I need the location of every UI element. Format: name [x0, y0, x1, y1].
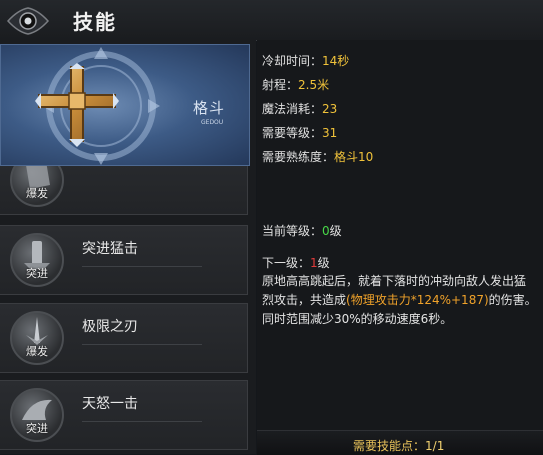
description-line-2: 烈攻击，共造成(物理攻击力*124%+187)的伤害。 — [262, 291, 543, 310]
skill-point-footer: 需要技能点：1/1 — [257, 430, 543, 455]
next-level-label: 下一级： — [262, 256, 311, 270]
description-line-2-post: 的伤害。 — [488, 293, 537, 307]
page-title: 技能 — [73, 10, 117, 34]
skill-detail-panel: 冷却时间：14秒 射程：2.5米 魔法消耗：23 需要等级：31 需要熟练度：格… — [257, 40, 543, 454]
skill-item-3[interactable]: 爆发 极限之刃 — [0, 303, 248, 373]
mana-label: 魔法消耗： — [262, 102, 323, 116]
next-level-unit: 级 — [317, 256, 330, 270]
skill-name: 极限之刃 — [82, 319, 138, 335]
skill-point-value: 1/1 — [425, 439, 445, 453]
blade-skill-icon: 爆发 — [10, 311, 64, 365]
charge-skill-icon: 突进 — [10, 233, 64, 287]
skill-name: 天怒一击 — [82, 396, 138, 412]
header-bar: 技能 — [0, 0, 543, 41]
strike-skill-icon: 突进 — [10, 388, 64, 442]
next-level-row: 下一级：1级 — [262, 254, 330, 271]
cross-skill-icon — [35, 63, 119, 147]
level-req-value: 31 — [322, 126, 338, 140]
skill-point-label: 需要技能点： — [353, 439, 426, 453]
divider — [82, 421, 202, 422]
skill-item-4[interactable]: 突进 天怒一击 — [0, 380, 248, 450]
skill-description: 原地高高跳起后，就着下落时的冲劲向敌人发出猛 烈攻击，共造成(物理攻击力*124… — [262, 272, 543, 329]
emblem-icon — [6, 4, 50, 38]
divider — [82, 266, 202, 267]
damage-formula: (物理攻击力*124%+187) — [346, 293, 489, 307]
current-level-unit: 级 — [329, 224, 342, 238]
skill-tag: 爆发 — [26, 187, 48, 200]
mana-value: 23 — [322, 102, 338, 116]
mastery-req-label: 需要熟练度： — [262, 150, 335, 164]
selected-skill-name: 格斗 — [193, 99, 226, 117]
mastery-req-row: 需要熟练度：格斗10 — [262, 148, 373, 165]
current-level-label: 当前等级： — [262, 224, 323, 238]
next-level-value: 1 — [310, 256, 318, 270]
level-req-label: 需要等级： — [262, 126, 323, 140]
divider — [82, 344, 202, 345]
skill-tag: 突进 — [26, 267, 48, 280]
description-line-1: 原地高高跳起后，就着下落时的冲劲向敌人发出猛 — [262, 274, 527, 288]
skill-name: 突进猛击 — [82, 241, 138, 257]
current-level-row: 当前等级：0级 — [262, 222, 342, 239]
level-req-row: 需要等级：31 — [262, 124, 337, 141]
mastery-req-value: 格斗10 — [334, 150, 374, 164]
skill-point-requirement: 需要技能点：1/1 — [353, 437, 444, 454]
skill-tag: 突进 — [26, 422, 48, 435]
current-level-value: 0 — [322, 224, 330, 238]
cooldown-label: 冷却时间： — [262, 54, 323, 68]
skill-tag: 爆发 — [26, 345, 48, 358]
skill-item-2[interactable]: 突进 突进猛击 — [0, 225, 248, 295]
range-value: 2.5米 — [298, 78, 330, 92]
mana-row: 魔法消耗：23 — [262, 100, 337, 117]
cooldown-row: 冷却时间：14秒 — [262, 52, 349, 69]
description-line-3: 同时范围减少30%的移动速度6秒。 — [262, 312, 453, 326]
selected-skill-card[interactable]: 格斗 GEDOU — [0, 44, 250, 166]
description-line-2-pre: 烈攻击，共造成 — [262, 293, 347, 307]
cooldown-value: 14秒 — [322, 54, 350, 68]
range-label: 射程： — [262, 78, 299, 92]
range-row: 射程：2.5米 — [262, 76, 329, 93]
selected-skill-subtitle: GEDOU — [201, 119, 224, 126]
